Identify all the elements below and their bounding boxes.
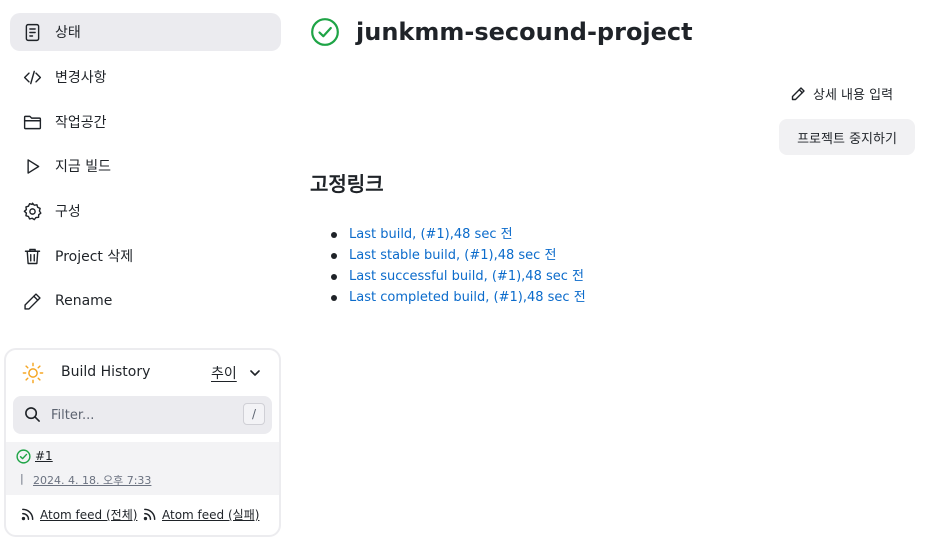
list-item: Last successful build, (#1),48 sec 전: [330, 266, 586, 287]
sidebar-item-label: 상태: [55, 25, 81, 41]
build-filter: /: [13, 396, 272, 434]
sidebar-item-build-now[interactable]: 지금 빌드: [10, 147, 281, 185]
rss-icon: [21, 508, 34, 521]
list-item: Last completed build, (#1),48 sec 전: [330, 287, 586, 308]
permalink-last-build[interactable]: Last build, (#1),48 sec 전: [349, 227, 513, 242]
atom-feed-failed-link[interactable]: Atom feed (실패): [142, 506, 259, 523]
list-item: Last stable build, (#1),48 sec 전: [330, 245, 586, 266]
sidebar-item-label: Project 삭제: [55, 249, 134, 265]
edit-description-label: 상세 내용 입력: [813, 88, 894, 103]
sidebar-item-label: 구성: [55, 204, 81, 220]
build-row[interactable]: #1 | 2024. 4. 18. 오후 7:33: [6, 442, 279, 495]
search-icon: [25, 407, 40, 422]
sidebar-item-label: 변경사항: [55, 70, 107, 86]
atom-feeds: Atom feed (전체) Atom feed (실패): [6, 506, 279, 530]
build-history-title: Build History: [61, 364, 151, 380]
permalink-last-completed-build[interactable]: Last completed build, (#1),48 sec 전: [349, 290, 586, 305]
sidebar-item-configure[interactable]: 구성: [10, 192, 281, 230]
sidebar-item-label: Rename: [55, 293, 113, 309]
sidebar-item-workspace[interactable]: 작업공간: [10, 103, 281, 141]
chevron-down-icon[interactable]: [248, 366, 262, 380]
edit-description-link[interactable]: 상세 내용 입력: [790, 84, 893, 103]
atom-feed-all-link[interactable]: Atom feed (전체): [20, 506, 137, 523]
build-number-link[interactable]: #1: [35, 449, 53, 463]
sidebar-item-status[interactable]: 상태: [10, 13, 281, 51]
permalinks-list: Last build, (#1),48 sec 전 Last stable bu…: [330, 224, 586, 308]
pencil-icon: [791, 86, 805, 100]
code-icon: [20, 65, 44, 89]
trash-icon: [20, 244, 44, 268]
pencil-icon: [20, 289, 44, 313]
sidebar-item-changes[interactable]: 변경사항: [10, 58, 281, 96]
list-item: Last build, (#1),48 sec 전: [330, 224, 586, 245]
permalink-last-stable-build[interactable]: Last stable build, (#1),48 sec 전: [349, 248, 556, 263]
filter-input[interactable]: [51, 405, 231, 425]
play-icon: [20, 154, 44, 178]
disable-project-button[interactable]: 프로젝트 중지하기: [779, 119, 915, 155]
page-title: junkmm-secound-project: [356, 18, 693, 46]
build-separator: |: [20, 472, 24, 485]
sidebar-item-rename[interactable]: Rename: [10, 282, 281, 320]
sidebar-item-label: 지금 빌드: [55, 159, 111, 175]
permalinks-heading: 고정링크: [310, 172, 384, 196]
trend-link[interactable]: 추이: [211, 363, 237, 383]
build-history-panel: Build History 추이 / #1 | 2024. 4. 18. 오후 …: [4, 348, 281, 537]
document-icon: [20, 20, 44, 44]
success-status-icon: [311, 18, 339, 46]
atom-feed-failed-label: Atom feed (실패): [162, 508, 260, 522]
filter-shortcut-key: /: [243, 403, 265, 425]
folder-icon: [20, 110, 44, 134]
gear-icon: [20, 199, 44, 223]
rss-icon: [143, 508, 156, 521]
success-check-icon: [16, 449, 31, 464]
sun-icon: [22, 362, 44, 384]
page-header: junkmm-secound-project: [310, 14, 693, 50]
build-history-header: Build History 추이: [6, 350, 279, 394]
permalink-last-successful-build[interactable]: Last successful build, (#1),48 sec 전: [349, 269, 584, 284]
sidebar-item-delete-project[interactable]: Project 삭제: [10, 237, 281, 275]
build-date-link[interactable]: 2024. 4. 18. 오후 7:33: [33, 472, 151, 488]
sidebar-item-label: 작업공간: [55, 115, 107, 131]
atom-feed-all-label: Atom feed (전체): [40, 508, 138, 522]
